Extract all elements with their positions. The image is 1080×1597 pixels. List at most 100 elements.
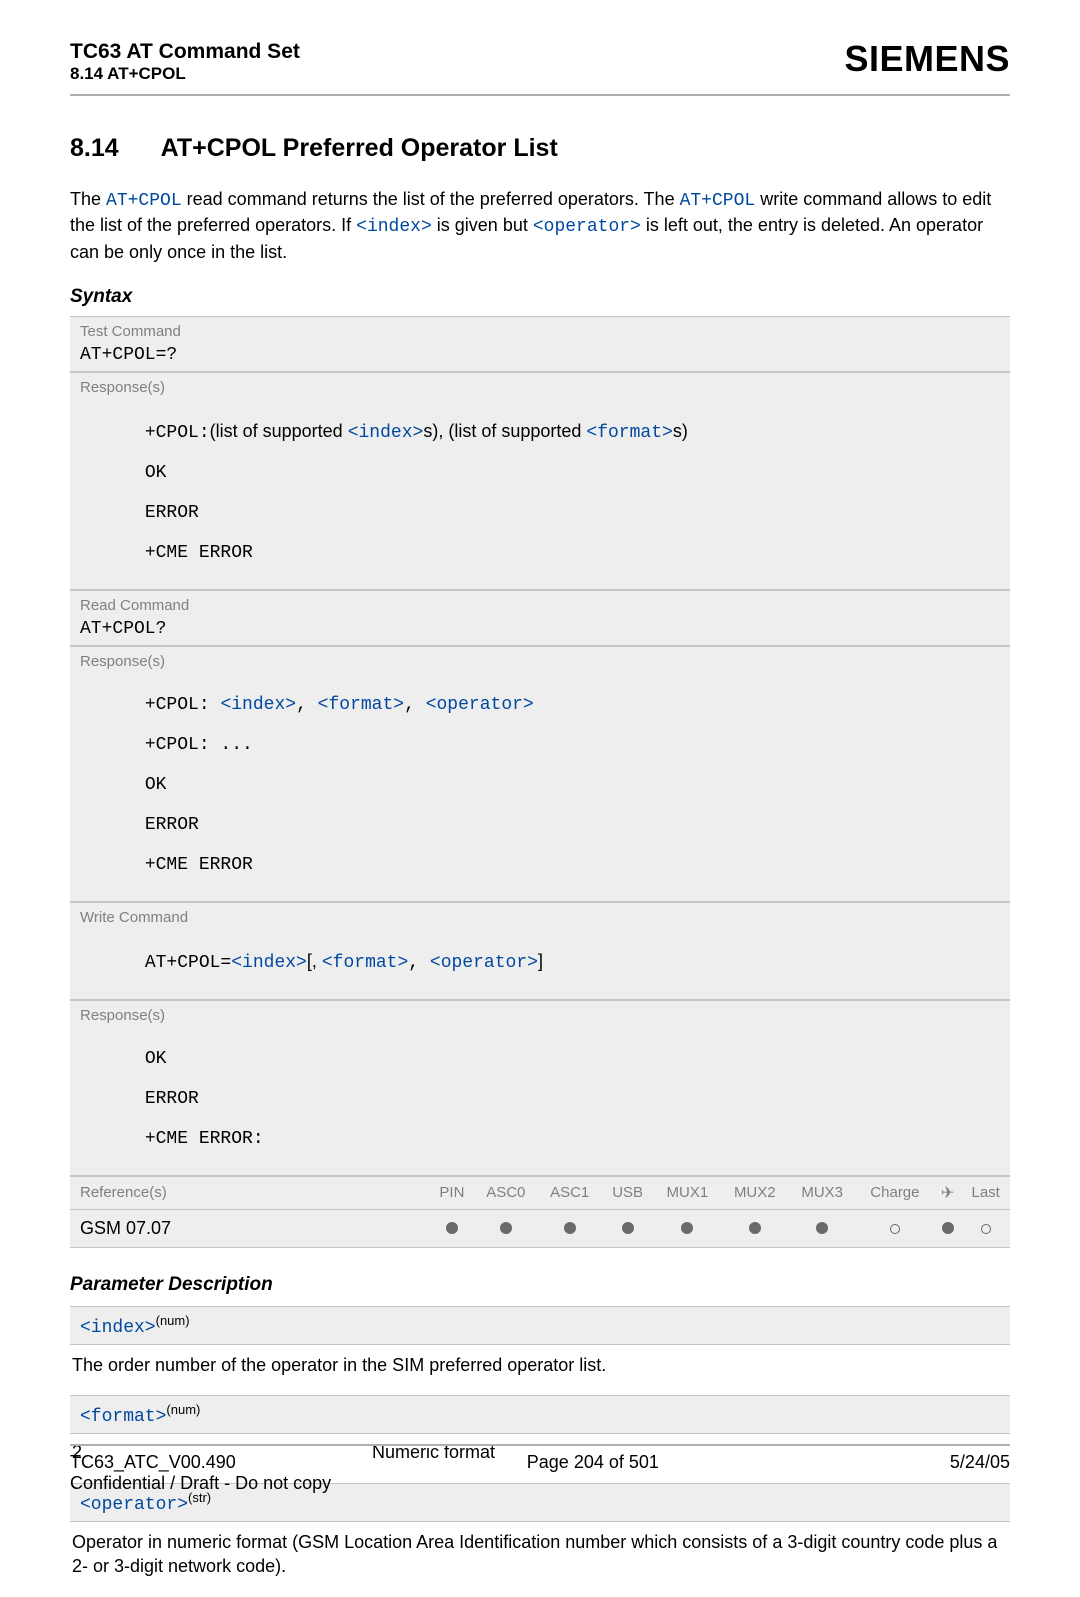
reference-row: GSM 07.07 [70, 1209, 1010, 1247]
panel-label: Response(s) [70, 373, 1010, 399]
header-rule [70, 94, 1010, 96]
resp-text: s), (list of supported [423, 421, 586, 441]
ref-col-header: Charge [856, 1177, 934, 1210]
header-left: TC63 AT Command Set 8.14 AT+CPOL [70, 40, 300, 84]
section-number: 8.14 [70, 134, 119, 163]
footer-page: Page 204 of 501 [527, 1452, 659, 1473]
cmd-text: , [408, 953, 430, 973]
support-dot [654, 1209, 721, 1247]
test-response-panel: Response(s) +CPOL:(list of supported <in… [70, 372, 1010, 590]
ref-col-header: ASC0 [474, 1177, 538, 1210]
page-header: TC63 AT Command Set 8.14 AT+CPOL SIEMENS [70, 40, 1010, 84]
support-dot [602, 1209, 654, 1247]
footer-confidential: Confidential / Draft - Do not copy [70, 1473, 1010, 1494]
ref-col-header: MUX1 [654, 1177, 721, 1210]
doc-title: TC63 AT Command Set [70, 40, 300, 64]
resp-text: , [404, 695, 426, 715]
brand-logo: SIEMENS [844, 38, 1010, 80]
cmd-link[interactable]: AT+CPOL [680, 191, 756, 211]
test-response-body: +CPOL:(list of supported <index>s), (lis… [70, 399, 1010, 589]
reference-table: Reference(s) PIN ASC0 ASC1 USB MUX1 MUX2… [70, 1176, 1010, 1248]
support-dot [474, 1209, 538, 1247]
parameter-description-heading: Parameter Description [70, 1274, 1010, 1296]
ref-col-header: Last [961, 1177, 1010, 1210]
intro-paragraph: The AT+CPOL read command returns the lis… [70, 187, 1010, 264]
reference-header-row: Reference(s) PIN ASC0 ASC1 USB MUX1 MUX2… [70, 1177, 1010, 1210]
resp-text: OK [145, 463, 167, 483]
resp-text: OK [145, 1049, 167, 1069]
write-response-body: OK ERROR +CME ERROR: [70, 1027, 1010, 1175]
support-dot [856, 1209, 934, 1247]
param-link[interactable]: <format> [318, 695, 404, 715]
syntax-heading: Syntax [70, 286, 1010, 308]
panel-label: Read Command [70, 591, 1010, 617]
param-link[interactable]: <operator> [533, 217, 641, 237]
read-command-panel: Read Command AT+CPOL? [70, 590, 1010, 646]
resp-text: ERROR [145, 815, 199, 835]
ref-col-header: ASC1 [538, 1177, 602, 1210]
footer-version: TC63_ATC_V00.490 [70, 1452, 236, 1473]
param-operator-desc: Operator in numeric format (GSM Location… [70, 1522, 1010, 1597]
support-dot [430, 1209, 474, 1247]
support-dot [538, 1209, 602, 1247]
support-dot [721, 1209, 788, 1247]
param-link[interactable]: <index> [231, 953, 307, 973]
ref-col-header: USB [602, 1177, 654, 1210]
param-link[interactable]: <operator> [426, 695, 534, 715]
read-response-body: +CPOL: <index>, <format>, <operator> +CP… [70, 673, 1010, 901]
param-link[interactable]: <format> [586, 423, 672, 443]
resp-text: , [296, 695, 318, 715]
test-command-panel: Test Command AT+CPOL=? [70, 316, 1010, 372]
resp-text: (list of supported [210, 421, 348, 441]
ref-col-header: MUX3 [788, 1177, 855, 1210]
param-link[interactable]: <format> [322, 953, 408, 973]
page-footer: TC63_ATC_V00.490 Page 204 of 501 5/24/05… [70, 1444, 1010, 1494]
intro-text: is given but [432, 215, 533, 235]
section-ref: 8.14 AT+CPOL [70, 64, 300, 84]
cmd-link[interactable]: AT+CPOL [106, 191, 182, 211]
intro-text: The [70, 189, 106, 209]
resp-text: +CPOL: ... [145, 735, 253, 755]
resp-text: +CME ERROR [145, 543, 253, 563]
panel-label: Test Command [70, 317, 1010, 343]
ref-col-header: MUX2 [721, 1177, 788, 1210]
param-type: (num) [156, 1313, 190, 1328]
param-index-bar: <index>(num) [70, 1306, 1010, 1345]
write-command-code: AT+CPOL=<index>[, <format>, <operator>] [70, 929, 1010, 999]
panel-label: Write Command [70, 903, 1010, 929]
resp-text: +CME ERROR [145, 855, 253, 875]
resp-text: ERROR [145, 503, 199, 523]
param-link[interactable]: <index> [356, 217, 432, 237]
read-response-panel: Response(s) +CPOL: <index>, <format>, <o… [70, 646, 1010, 902]
cmd-text: ] [538, 951, 543, 971]
ref-col-header: Reference(s) [70, 1177, 430, 1210]
support-dot [788, 1209, 855, 1247]
param-name: <format> [80, 1407, 166, 1427]
support-dot [961, 1209, 1010, 1247]
ref-col-header: PIN [430, 1177, 474, 1210]
param-index-desc: The order number of the operator in the … [70, 1345, 1010, 1395]
param-format-bar: <format>(num) [70, 1395, 1010, 1434]
footer-date: 5/24/05 [950, 1452, 1010, 1473]
param-link[interactable]: <index> [220, 695, 296, 715]
resp-text: +CME ERROR: [145, 1129, 264, 1149]
intro-text: read command returns the list of the pre… [182, 189, 680, 209]
read-command-code: AT+CPOL? [70, 617, 1010, 645]
param-name: <operator> [80, 1495, 188, 1515]
cmd-text: [, [307, 951, 322, 971]
reference-name: GSM 07.07 [70, 1209, 430, 1247]
section-heading: 8.14 AT+CPOL Preferred Operator List [70, 134, 1010, 163]
resp-text: +CPOL: [145, 423, 210, 443]
write-command-panel: Write Command AT+CPOL=<index>[, <format>… [70, 902, 1010, 1000]
param-link[interactable]: <index> [348, 423, 424, 443]
param-type: (num) [166, 1402, 200, 1417]
cmd-text: AT+CPOL= [145, 953, 231, 973]
support-dot [934, 1209, 961, 1247]
param-name: <index> [80, 1318, 156, 1338]
resp-text: OK [145, 775, 167, 795]
resp-text: +CPOL: [145, 695, 221, 715]
param-link[interactable]: <operator> [430, 953, 538, 973]
resp-text: s) [673, 421, 688, 441]
panel-label: Response(s) [70, 647, 1010, 673]
write-response-panel: Response(s) OK ERROR +CME ERROR: [70, 1000, 1010, 1176]
